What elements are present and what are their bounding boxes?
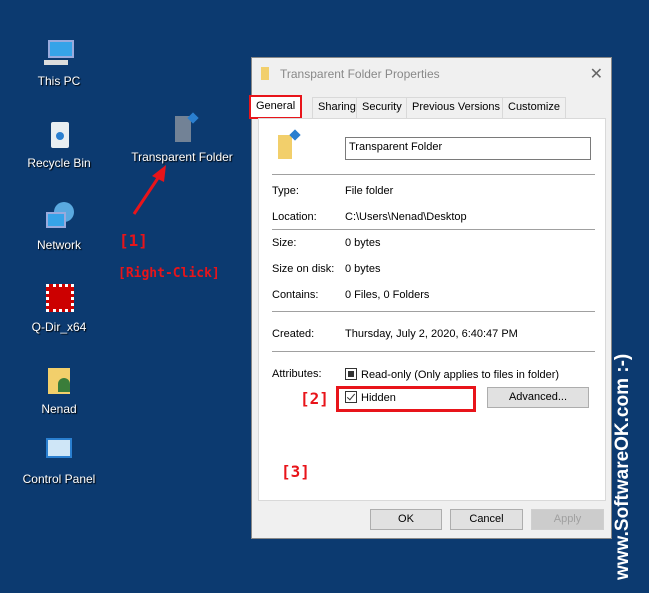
general-panel: Transparent Folder Type: File folder Loca… bbox=[258, 118, 606, 501]
type-value: File folder bbox=[345, 185, 394, 197]
annotation-3: [3] bbox=[281, 462, 310, 481]
advanced-button[interactable]: Advanced... bbox=[487, 387, 589, 408]
contains-value: 0 Files, 0 Folders bbox=[345, 289, 430, 301]
readonly-checkbox[interactable]: Read-only (Only applies to files in fold… bbox=[345, 368, 559, 381]
ok-button[interactable]: OK bbox=[370, 509, 442, 530]
indeterminate-checkbox-icon bbox=[345, 368, 357, 380]
separator bbox=[272, 229, 595, 230]
type-label: Type: bbox=[272, 185, 299, 197]
watermark-text: www.SoftwareOK.com :-) bbox=[612, 353, 633, 580]
separator bbox=[272, 174, 595, 175]
checkmark-icon bbox=[345, 391, 357, 403]
folder-name-input[interactable]: Transparent Folder bbox=[345, 137, 591, 160]
close-icon[interactable]: ✕ bbox=[590, 64, 603, 84]
tab-security[interactable]: Security bbox=[356, 97, 408, 118]
hidden-checkbox[interactable]: Hidden bbox=[345, 391, 396, 404]
created-value: Thursday, July 2, 2020, 6:40:47 PM bbox=[345, 328, 518, 340]
attributes-label: Attributes: bbox=[272, 368, 322, 380]
transparent-folder-icon bbox=[278, 135, 292, 159]
annotation-right-click: [Right-Click] bbox=[118, 266, 220, 281]
created-label: Created: bbox=[272, 328, 315, 340]
dialog-title: Transparent Folder Properties bbox=[280, 67, 440, 81]
location-value: C:\Users\Nenad\Desktop bbox=[345, 211, 467, 223]
folder-icon bbox=[261, 67, 269, 80]
location-label: Location: bbox=[272, 211, 317, 223]
tab-general[interactable]: General bbox=[249, 95, 303, 119]
tab-sharing[interactable]: Sharing bbox=[312, 97, 362, 118]
separator bbox=[272, 311, 595, 312]
contains-label: Contains: bbox=[272, 289, 319, 301]
tab-customize[interactable]: Customize bbox=[502, 97, 566, 118]
tab-previous-versions[interactable]: Previous Versions bbox=[406, 97, 507, 118]
size-on-disk-value: 0 bytes bbox=[345, 263, 381, 275]
hidden-label: Hidden bbox=[361, 392, 396, 404]
readonly-label: Read-only (Only applies to files in fold… bbox=[361, 369, 560, 381]
separator bbox=[272, 351, 595, 352]
annotation-2: [2] bbox=[300, 389, 329, 408]
apply-button[interactable]: Apply bbox=[531, 509, 604, 530]
size-on-disk-label: Size on disk: bbox=[272, 263, 335, 275]
cancel-button[interactable]: Cancel bbox=[450, 509, 523, 530]
annotation-1: [1] bbox=[119, 231, 148, 250]
size-label: Size: bbox=[272, 237, 297, 249]
size-value: 0 bytes bbox=[345, 237, 381, 249]
